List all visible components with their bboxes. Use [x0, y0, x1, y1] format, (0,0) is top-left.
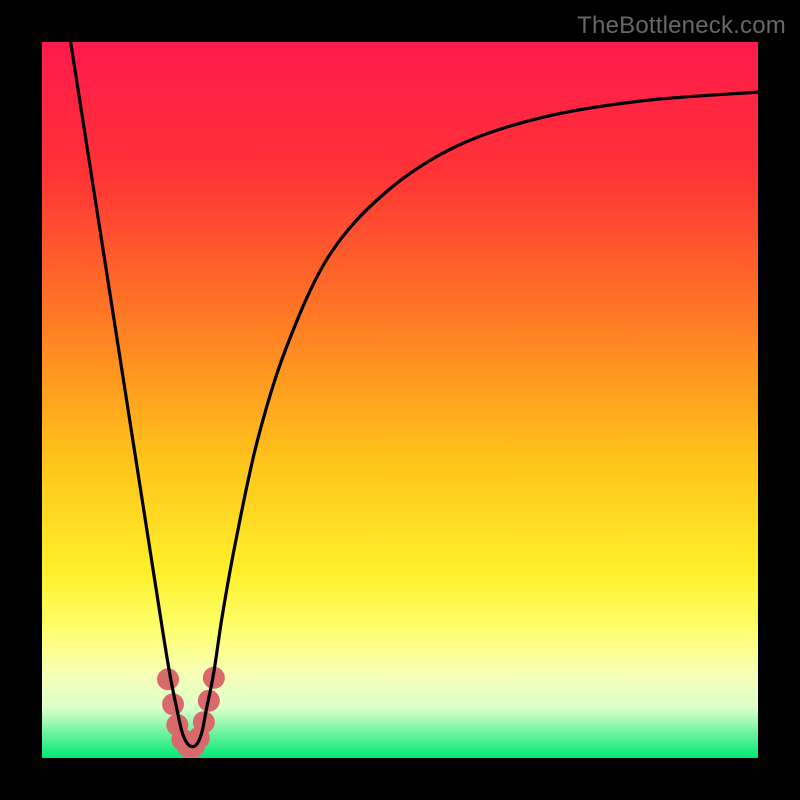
- chart-svg: [42, 42, 758, 758]
- chart-plot-area: [42, 42, 758, 758]
- gradient-background: [42, 42, 758, 758]
- outer-frame: TheBottleneck.com: [0, 0, 800, 800]
- attribution-text: TheBottleneck.com: [577, 12, 786, 40]
